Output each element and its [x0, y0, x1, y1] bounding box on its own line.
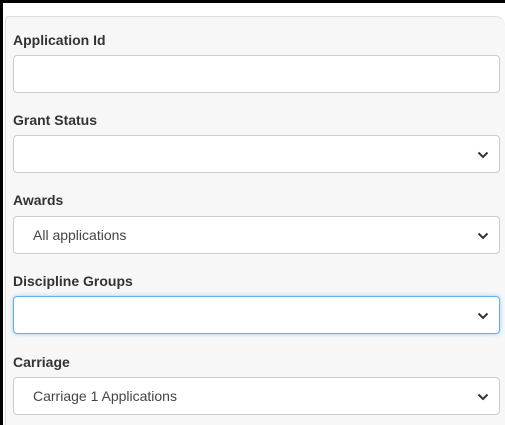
carriage-select[interactable]: Carriage 1 Applications	[13, 377, 500, 415]
carriage-label: Carriage	[13, 354, 70, 370]
application-id-label: Application Id	[13, 32, 106, 48]
application-id-input[interactable]	[13, 55, 500, 93]
discipline-groups-select[interactable]	[13, 296, 500, 334]
chevron-down-icon	[477, 393, 489, 401]
grant-status-select[interactable]	[13, 135, 500, 173]
discipline-groups-label: Discipline Groups	[13, 273, 133, 289]
awards-label: Awards	[13, 192, 64, 208]
awards-value: All applications	[33, 227, 127, 243]
grant-status-label: Grant Status	[13, 112, 98, 128]
awards-select[interactable]: All applications	[13, 216, 500, 254]
carriage-value: Carriage 1 Applications	[33, 388, 177, 404]
chevron-down-icon	[477, 232, 489, 240]
chevron-down-icon	[477, 151, 489, 159]
chevron-down-icon	[477, 312, 489, 320]
